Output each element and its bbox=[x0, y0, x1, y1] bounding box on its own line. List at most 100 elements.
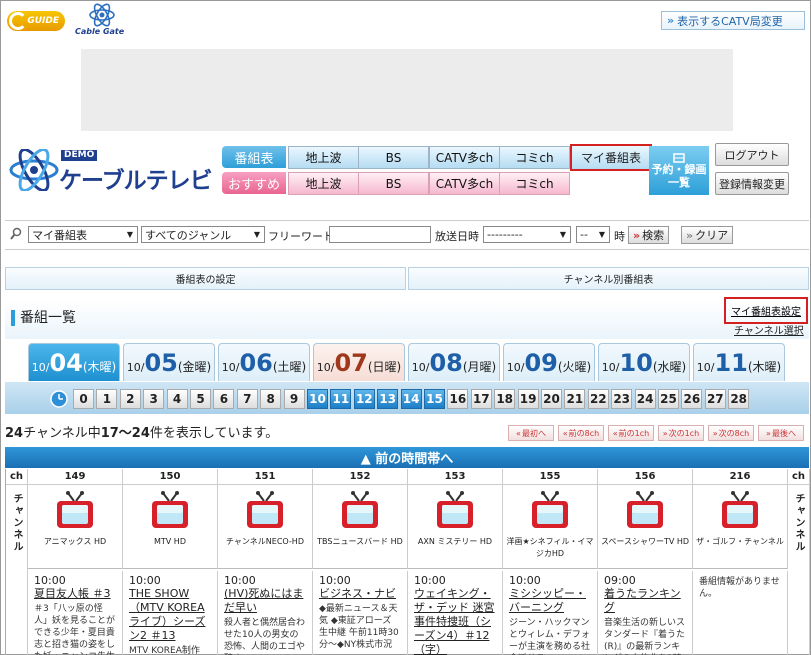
day-tab[interactable]: 10/11 (木曜) bbox=[693, 343, 785, 381]
hour-button[interactable]: 27 bbox=[704, 389, 726, 409]
pager-button[interactable]: » 最後へ bbox=[758, 425, 804, 441]
channel-schedule-button[interactable]: チャンネル別番組表 bbox=[408, 267, 809, 290]
hour-button[interactable]: 12 bbox=[353, 389, 375, 409]
pager-button[interactable]: «前の1ch bbox=[608, 425, 654, 441]
program-title[interactable]: 夏目友人帳 ＃3 bbox=[34, 587, 116, 601]
channel-cell[interactable]: スペースシャワーTV HD bbox=[598, 485, 693, 569]
hour-button[interactable]: 6 bbox=[213, 389, 235, 409]
cabletv-logo-text[interactable]: ケーブルテレビ bbox=[59, 161, 213, 195]
hour-button[interactable]: 13 bbox=[377, 389, 399, 409]
pager-button[interactable]: » 次の1ch bbox=[658, 425, 704, 441]
pager-button[interactable]: «前の8ch bbox=[558, 425, 604, 441]
channel-cell[interactable]: 洋画★シネフィル・イマジカHD bbox=[503, 485, 598, 569]
channel-cell[interactable]: アニマックス HD bbox=[28, 485, 123, 569]
hour-button[interactable]: 8 bbox=[260, 389, 282, 409]
program-cell[interactable]: 番組情報がありません。 bbox=[693, 571, 788, 655]
hour-button[interactable]: 17 bbox=[470, 389, 492, 409]
channel-cell[interactable]: チャンネルNECO-HD bbox=[218, 485, 313, 569]
program-cell[interactable]: 09:00 着うたランキング 音楽生活の新しいスタンダード『着うた(R)』の最新ラン… bbox=[598, 571, 693, 655]
logout-button[interactable]: ログアウト bbox=[715, 143, 789, 166]
pager-button[interactable]: «最初へ bbox=[508, 425, 554, 441]
date-select[interactable]: --------- ▼ bbox=[483, 226, 571, 243]
page-title: 番組一覧 bbox=[11, 310, 76, 326]
hour-button[interactable]: 21 bbox=[564, 389, 586, 409]
tab-recommend-bs[interactable]: BS bbox=[358, 172, 429, 195]
hour-select[interactable]: -- ▼ bbox=[576, 226, 610, 243]
hour-button[interactable]: 25 bbox=[658, 389, 679, 409]
schedule-settings-button[interactable]: 番組表の設定 bbox=[5, 267, 406, 290]
hour-button[interactable]: 10 bbox=[307, 389, 328, 409]
day-tab[interactable]: 10/04 (木曜) bbox=[28, 343, 120, 381]
clock-icon[interactable] bbox=[49, 389, 69, 409]
channel-number: 155 bbox=[503, 469, 598, 485]
program-cell[interactable]: 10:00 夏目友人帳 ＃3 ＃3「八ッ原の怪人」妖を見ることができる少年・夏目貴志… bbox=[28, 571, 123, 655]
program-cell[interactable]: 10:00 THE SHOW（MTV KOREAライブ）シーズン2 ＃13 MTV … bbox=[123, 571, 218, 655]
day-tab-weekday: (木曜) bbox=[82, 360, 117, 374]
tab-recommend-community[interactable]: コミch bbox=[499, 172, 570, 195]
hour-button[interactable]: 20 bbox=[541, 389, 562, 409]
clear-button[interactable]: » クリア bbox=[681, 226, 734, 244]
ad-banner bbox=[81, 49, 733, 131]
program-title[interactable]: ビジネス・ナビ bbox=[319, 587, 401, 601]
day-tab[interactable]: 10/08 (月曜) bbox=[408, 343, 500, 381]
hour-button[interactable]: 0 bbox=[73, 389, 94, 409]
hour-button[interactable]: 1 bbox=[96, 389, 118, 409]
day-tab[interactable]: 10/10 (水曜) bbox=[598, 343, 690, 381]
hour-button[interactable]: 11 bbox=[330, 389, 352, 409]
program-title[interactable]: ミシシッピー・バーニング bbox=[509, 587, 591, 615]
hour-button[interactable]: 9 bbox=[283, 389, 305, 409]
day-tab[interactable]: 10/07 (日曜) bbox=[313, 343, 405, 381]
program-cell[interactable]: 10:00 ミシシッピー・バーニング ジーン・ハックマンとウィレム・デフォーが主演を… bbox=[503, 571, 598, 655]
pager-button[interactable]: » 次の8ch bbox=[708, 425, 754, 441]
hour-button[interactable]: 2 bbox=[119, 389, 141, 409]
hour-button[interactable]: 5 bbox=[190, 389, 211, 409]
day-tab[interactable]: 10/06 (土曜) bbox=[218, 343, 310, 381]
hour-button[interactable]: 23 bbox=[611, 389, 633, 409]
day-tab[interactable]: 10/09 (火曜) bbox=[503, 343, 595, 381]
hour-button[interactable]: 19 bbox=[517, 389, 539, 409]
hour-button[interactable]: 14 bbox=[400, 389, 422, 409]
day-tab[interactable]: 10/05 (金曜) bbox=[123, 343, 215, 381]
channel-select-link[interactable]: チャンネル選択 bbox=[734, 322, 804, 337]
catv-change-link[interactable]: » 表示するCATV局変更 bbox=[661, 11, 805, 30]
program-title[interactable]: (HV)死ぬにはまだ早い bbox=[224, 587, 306, 615]
program-cell[interactable]: 10:00ウェイキング・ザ・デッド 迷宮事件特捜班（シーズン4）＃12（字）第1… bbox=[408, 571, 503, 655]
search-button[interactable]: » 検索 bbox=[628, 226, 670, 244]
previous-timeslot-button[interactable]: ▲ 前の時間帯へ bbox=[5, 447, 809, 468]
channel-cell[interactable]: AXN ミステリー HD bbox=[408, 485, 503, 569]
program-title[interactable]: THE SHOW（MTV KOREAライブ）シーズン2 ＃13 bbox=[129, 587, 211, 643]
hour-button[interactable]: 28 bbox=[728, 389, 750, 409]
channel-cell[interactable]: MTV HD bbox=[123, 485, 218, 569]
tab-schedule-bs[interactable]: BS bbox=[358, 146, 429, 169]
hour-button[interactable]: 24 bbox=[634, 389, 656, 409]
my-schedule-setting-link[interactable]: マイ番組表設定 bbox=[724, 297, 808, 324]
tab-schedule-community[interactable]: コミch bbox=[499, 146, 570, 169]
channel-cell[interactable]: TBSニュースバード HD bbox=[313, 485, 408, 569]
gguide-logo[interactable]: GUIDE bbox=[7, 11, 65, 31]
tab-schedule-terrestrial[interactable]: 地上波 bbox=[288, 146, 359, 169]
program-cell[interactable]: 10:00 (HV)死ぬにはまだ早い 殺人者と偶然居合わせた10人の男女の恐怖、人間… bbox=[218, 571, 313, 655]
cablegate-logo[interactable]: Cable Gate bbox=[75, 3, 135, 37]
hour-button[interactable]: 3 bbox=[143, 389, 165, 409]
reservation-list-button[interactable]: 予約・録画 一覧 bbox=[649, 146, 709, 195]
hour-button[interactable]: 22 bbox=[587, 389, 609, 409]
program-title[interactable]: 着うたランキング bbox=[604, 587, 686, 615]
hour-button[interactable]: 15 bbox=[424, 389, 445, 409]
edit-registration-button[interactable]: 登録情報変更 bbox=[715, 172, 789, 195]
hour-button[interactable]: 16 bbox=[447, 389, 469, 409]
tab-recommend-terrestrial[interactable]: 地上波 bbox=[288, 172, 359, 195]
genre-select[interactable]: すべてのジャンル ▼ bbox=[141, 226, 265, 243]
hour-button[interactable]: 4 bbox=[166, 389, 188, 409]
tab-schedule-catv[interactable]: CATV多ch bbox=[429, 146, 500, 169]
tab-my-schedule[interactable]: マイ番組表 bbox=[570, 144, 652, 171]
hour-button[interactable]: 7 bbox=[236, 389, 258, 409]
hour-button[interactable]: 18 bbox=[494, 389, 516, 409]
schedule-select[interactable]: マイ番組表 ▼ bbox=[28, 226, 138, 243]
program-cell[interactable]: 10:00 ビジネス・ナビ ◆最新ニュース＆天気 ◆東証アローズ 生中継 午前11時… bbox=[313, 571, 408, 655]
channel-cell[interactable]: ザ・ゴルフ・チャンネル bbox=[693, 485, 788, 569]
freeword-input[interactable] bbox=[329, 226, 431, 243]
tab-recommend-catv[interactable]: CATV多ch bbox=[429, 172, 500, 195]
program-title[interactable]: ウェイキング・ザ・デッド 迷宮事件特捜班（シーズン4）＃12（字） bbox=[414, 587, 496, 655]
day-tab-weekday: (日曜) bbox=[367, 360, 402, 374]
hour-button[interactable]: 26 bbox=[681, 389, 703, 409]
